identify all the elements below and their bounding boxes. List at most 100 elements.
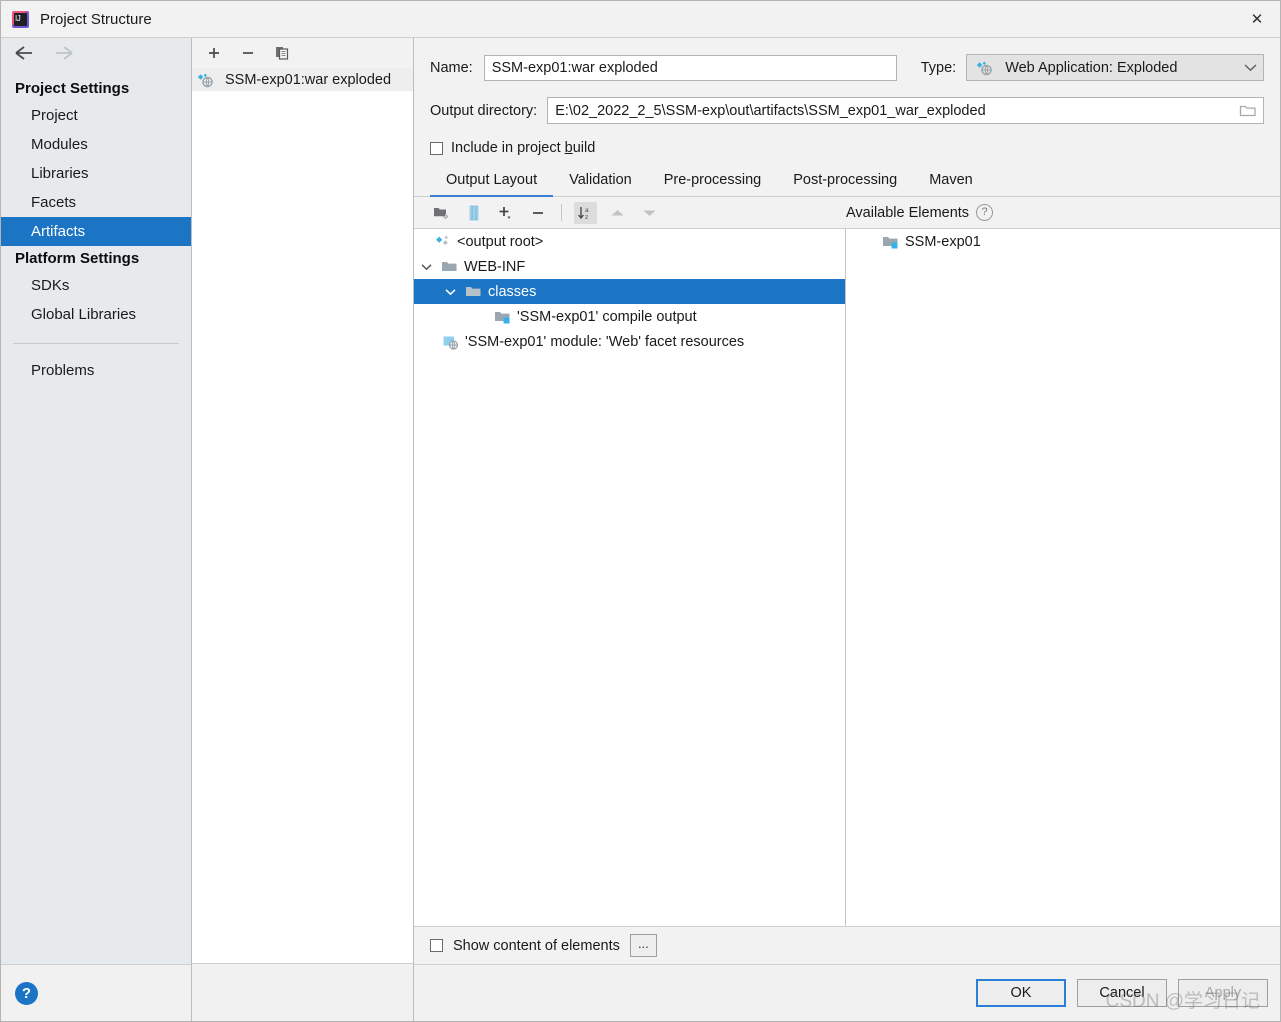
tab-output-layout[interactable]: Output Layout (430, 166, 554, 197)
sidebar-item-facets[interactable]: Facets (1, 188, 191, 217)
output-directory-input[interactable] (548, 98, 1233, 123)
archive-jar-icon[interactable] (462, 202, 485, 224)
chevron-down-icon[interactable] (442, 284, 458, 300)
svg-text:a: a (585, 207, 589, 214)
sidebar-item-libraries[interactable]: Libraries (1, 159, 191, 188)
artifact-form: Name: Type: Web Application: Exp (414, 38, 1280, 166)
tree-row[interactable]: classes (414, 279, 845, 304)
minus-icon[interactable] (526, 202, 549, 224)
folder-icon (465, 284, 483, 300)
add-artifact-button[interactable] (203, 42, 225, 64)
sidebar-group-platform-settings: Platform Settings (15, 250, 140, 267)
artifact-name-input[interactable] (483, 54, 897, 81)
sidebar-item-sdks[interactable]: SDKs (1, 271, 191, 300)
show-content-checkbox[interactable] (430, 939, 443, 952)
available-elements-header: Available Elements ? (846, 204, 1280, 221)
type-label: Type: (920, 59, 957, 76)
artifact-item-label: SSM-exp01:war exploded (225, 71, 392, 88)
web-exploded-artifact-icon (975, 60, 993, 76)
project-structure-dialog: IJ Project Structure ✕ Project Settings … (0, 0, 1281, 1022)
tab-pre-processing[interactable]: Pre-processing (648, 166, 778, 197)
artifact-type-value: Web Application: Exploded (1005, 59, 1178, 76)
cancel-button[interactable]: Cancel (1077, 979, 1167, 1007)
artifacts-toolbar (192, 38, 413, 68)
sidebar-item-modules[interactable]: Modules (1, 130, 191, 159)
tab-maven[interactable]: Maven (913, 166, 989, 197)
artifact-type-dropdown[interactable]: Web Application: Exploded (966, 54, 1264, 81)
tree-row-label: WEB-INF (464, 258, 526, 275)
tab-post-processing[interactable]: Post-processing (777, 166, 913, 197)
show-content-bar: Show content of elements ... (414, 926, 1280, 964)
intellij-idea-icon: IJ (12, 10, 29, 28)
title-bar: IJ Project Structure ✕ (1, 1, 1280, 37)
sidebar-divider (13, 343, 179, 344)
close-icon[interactable]: ✕ (1234, 1, 1280, 37)
sidebar-item-artifacts[interactable]: Artifacts (1, 217, 191, 246)
chevron-down-icon[interactable] (418, 259, 434, 275)
tree-row[interactable]: 'SSM-exp01' module: 'Web' facet resource… (414, 329, 845, 354)
svg-text:z: z (585, 214, 588, 221)
tree-row-label: <output root> (457, 233, 544, 250)
output-directory-row: Output directory: (430, 97, 1264, 124)
settings-sidebar: Project Settings Project Modules Librari… (1, 38, 192, 1021)
output-layout-header: a z Available Elements ? (414, 197, 1280, 228)
sort-alpha-icon[interactable]: a z (574, 201, 597, 224)
apply-button[interactable]: Apply (1178, 979, 1268, 1007)
folder-browse-icon[interactable] (1233, 98, 1263, 123)
tree-row[interactable]: WEB-INF (414, 254, 845, 279)
tree-row[interactable]: 'SSM-exp01' compile output (414, 304, 845, 329)
sidebar-item-problems[interactable]: Problems (1, 356, 191, 385)
module-compile-output-icon (494, 309, 512, 325)
plus-dropdown-icon[interactable] (494, 202, 517, 224)
include-in-build-label: Include in project build (451, 140, 596, 156)
chevron-down-icon[interactable] (638, 202, 661, 224)
tree-row-label: 'SSM-exp01' module: 'Web' facet resource… (465, 333, 745, 350)
tree-row-label: SSM-exp01 (905, 233, 981, 250)
output-layout-toolbar: a z (414, 201, 846, 224)
sidebar-footer: ? (1, 964, 191, 1021)
sidebar-nav-arrows (1, 38, 191, 72)
tree-row[interactable]: SSM-exp01 (846, 229, 1280, 254)
available-elements-title: Available Elements (846, 204, 970, 221)
artifacts-panel-footer (192, 963, 413, 1021)
dialog-body: Project Settings Project Modules Librari… (1, 37, 1280, 1021)
remove-artifact-button[interactable] (237, 42, 259, 64)
tree-row[interactable]: <output root> (414, 229, 845, 254)
chevron-up-icon[interactable] (606, 202, 629, 224)
help-question-icon[interactable]: ? (976, 204, 994, 221)
arrow-left-icon[interactable] (13, 45, 35, 65)
sidebar-item-global-libraries[interactable]: Global Libraries (1, 300, 191, 329)
arrow-right-icon[interactable] (53, 45, 75, 65)
artifact-editor: Name: Type: Web Application: Exp (414, 38, 1280, 1021)
layout-panes: <output root> WEB-INF classes 'SSM-exp01… (414, 228, 1280, 926)
twisty-placeholder (418, 234, 434, 250)
show-content-options-button[interactable]: ... (629, 934, 657, 957)
artifacts-list[interactable]: SSM-exp01:war exploded (192, 68, 413, 963)
editor-tabs: Output Layout Validation Pre-processing … (414, 166, 1280, 197)
name-label: Name: (430, 59, 473, 76)
available-elements-tree[interactable]: SSM-exp01 (846, 229, 1280, 926)
include-in-build-row[interactable]: Include in project build (430, 140, 1264, 156)
output-directory-label: Output directory: (430, 102, 538, 119)
artifact-root-icon (434, 234, 452, 250)
toolbar-divider (561, 204, 562, 221)
tab-validation[interactable]: Validation (553, 166, 648, 197)
web-facet-resources-icon (442, 334, 460, 350)
show-content-label: Show content of elements (453, 937, 620, 954)
list-item[interactable]: SSM-exp01:war exploded (192, 68, 413, 91)
dialog-footer: OK Cancel Apply (414, 964, 1280, 1021)
ok-button[interactable]: OK (976, 979, 1066, 1007)
folder-add-icon[interactable] (430, 202, 453, 224)
include-in-build-checkbox[interactable] (430, 141, 443, 155)
output-directory-field (547, 97, 1264, 124)
name-type-row: Name: Type: Web Application: Exp (430, 54, 1264, 81)
sidebar-item-project[interactable]: Project (1, 101, 191, 130)
help-question-icon[interactable]: ? (15, 981, 38, 1005)
copy-artifact-button[interactable] (271, 42, 293, 64)
tree-row-label: classes (488, 283, 537, 300)
chevron-down-icon (1244, 63, 1257, 72)
sidebar-items: Project Settings Project Modules Librari… (1, 72, 191, 964)
output-layout-tree[interactable]: <output root> WEB-INF classes 'SSM-exp01… (414, 229, 846, 926)
folder-icon (441, 259, 459, 275)
web-exploded-artifact-icon (196, 72, 214, 88)
